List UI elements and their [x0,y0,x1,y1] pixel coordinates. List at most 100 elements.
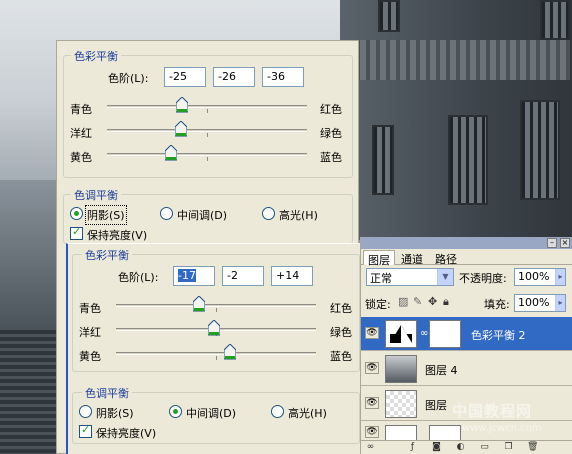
photo-window [372,125,394,195]
photo-roof [350,40,570,80]
preserve-luminosity-checkbox[interactable] [70,225,83,240]
slider-left-label: 黄色 [79,350,101,363]
layer-name[interactable]: 图层 4 [425,362,458,378]
color-balance-dialog-front: 色彩平衡 色阶(L): -17 -2 +14 青色 红色 洋红 绿色 黄色 蓝色… [66,243,362,454]
level-yellow-blue-input[interactable]: +14 [271,266,313,286]
tone-balance-legend: 色调平衡 [82,385,132,401]
highlights-label[interactable]: 高光(H) [279,207,318,223]
new-layer-icon[interactable]: ❐ [503,442,514,453]
delete-layer-icon[interactable]: 🗑︎ [527,442,538,453]
slider-left-label: 青色 [70,103,92,116]
eye-icon[interactable]: 👁︎ [365,327,379,339]
tab-channels[interactable]: 通道 [397,250,427,266]
layer-row[interactable]: 👁︎ 图层 4 [361,352,572,386]
yellow-blue-track[interactable] [107,153,307,156]
level-cyan-red-input[interactable]: -25 [164,67,206,87]
cyan-red-track[interactable] [116,304,316,307]
magenta-green-slider-thumb[interactable] [175,121,187,137]
layer-name[interactable]: 色彩平衡 2 [471,327,526,343]
layer-name[interactable]: 图层 [425,397,447,413]
magenta-green-track[interactable] [107,129,307,132]
layer-thumbnail [385,355,417,383]
midtones-radio[interactable] [160,207,173,220]
tone-balance-legend: 色调平衡 [71,187,121,203]
minimize-icon[interactable]: – [547,238,557,248]
color-balance-group [63,55,353,178]
layer-style-icon[interactable]: ƒ [407,442,418,453]
layer-mask-thumbnail [429,425,461,441]
track-center-tick [207,109,208,113]
eye-icon[interactable]: 👁︎ [365,426,379,438]
slider-right-label: 绿色 [330,326,352,339]
midtones-label[interactable]: 中间调(D) [177,207,227,223]
chevron-down-icon: ▼ [437,269,453,285]
adjustment-layer-icon [385,320,417,348]
shadows-label[interactable]: 阴影(S) [96,405,134,421]
midtones-label[interactable]: 中间调(D) [186,405,236,421]
lock-label: 锁定: [365,298,391,311]
cyan-red-track[interactable] [107,105,307,108]
cyan-red-slider-thumb[interactable] [193,296,205,312]
layers-tabs: 图层 通道 路径 [361,250,572,267]
highlights-label[interactable]: 高光(H) [288,405,327,421]
highlights-radio[interactable] [271,405,284,418]
tab-paths[interactable]: 路径 [431,250,461,266]
fill-input[interactable]: 100% ▸ [514,294,566,312]
yellow-blue-slider-thumb[interactable] [224,344,236,360]
shadows-radio[interactable] [70,207,83,220]
eye-icon[interactable]: 👁︎ [365,362,379,374]
layers-bottom-toolbar: ∞ ƒ ◙ ◐ ▭ ❐ 🗑︎ [361,440,572,454]
track-center-tick [207,157,208,161]
slider-left-label: 洋红 [79,326,101,339]
lock-transparency-icon[interactable]: ▨ [398,295,408,308]
layers-panel: – × 图层 通道 路径 正常 ▼ 不透明度: 100% ▸ 锁定: ▨ ✎ ✥… [360,237,572,454]
fill-label: 填充: [484,298,510,311]
blend-mode-select[interactable]: 正常 ▼ [366,268,454,286]
level-yellow-blue-input[interactable]: -36 [262,67,304,87]
photo-window [448,115,488,205]
new-group-icon[interactable]: ▭ [479,442,490,453]
cyan-red-slider-thumb[interactable] [176,97,188,113]
highlights-radio[interactable] [262,207,275,220]
opacity-label: 不透明度: [459,272,507,285]
midtones-radio[interactable] [169,405,182,418]
preserve-luminosity-label[interactable]: 保持亮度(V) [87,227,147,243]
adjustment-layer-button-icon[interactable]: ◐ [455,442,466,453]
level-magenta-green-input[interactable]: -26 [213,67,255,87]
slider-right-label: 红色 [320,103,342,116]
preserve-luminosity-label[interactable]: 保持亮度(V) [96,425,156,441]
levels-label: 色阶(L): [118,271,159,284]
layer-row[interactable]: 👁︎ ∞ 色彩平衡 2 [361,317,572,351]
color-balance-legend: 色彩平衡 [82,247,132,263]
photo-window [378,0,400,32]
chevron-right-icon: ▸ [555,295,565,311]
layer-mask-thumbnail[interactable] [429,320,461,348]
opacity-input[interactable]: 100% ▸ [514,268,566,286]
slider-left-label: 青色 [79,302,101,315]
lock-all-icon[interactable]: 🔒︎ [443,295,449,309]
watermark-url: www.jcwcn.com [462,423,542,434]
color-balance-legend: 色彩平衡 [71,48,121,64]
level-cyan-red-input[interactable]: -17 [173,266,215,286]
shadows-label[interactable]: 阴影(S) [85,205,127,225]
layers-titlebar[interactable]: – × [361,237,572,249]
lock-move-icon[interactable]: ✥ [428,295,437,308]
level-magenta-green-input[interactable]: -2 [222,266,264,286]
photo-building-left [0,180,60,330]
add-mask-icon[interactable]: ◙ [431,442,442,453]
magenta-green-slider-thumb[interactable] [208,320,220,336]
link-layers-icon[interactable]: ∞ [365,442,376,453]
yellow-blue-slider-thumb[interactable] [165,145,177,161]
chevron-right-icon: ▸ [555,269,565,285]
photo-window [520,100,560,200]
preserve-luminosity-checkbox[interactable] [79,423,92,438]
tab-layers[interactable]: 图层 [363,250,395,267]
shadows-radio[interactable] [79,405,92,418]
eye-icon[interactable]: 👁︎ [365,397,379,409]
yellow-blue-track[interactable] [116,352,316,355]
levels-label: 色阶(L): [108,72,149,85]
lock-brush-icon[interactable]: ✎ [413,295,422,308]
close-icon[interactable]: × [560,238,570,248]
layer-thumbnail [385,390,417,418]
track-center-tick [207,133,208,137]
